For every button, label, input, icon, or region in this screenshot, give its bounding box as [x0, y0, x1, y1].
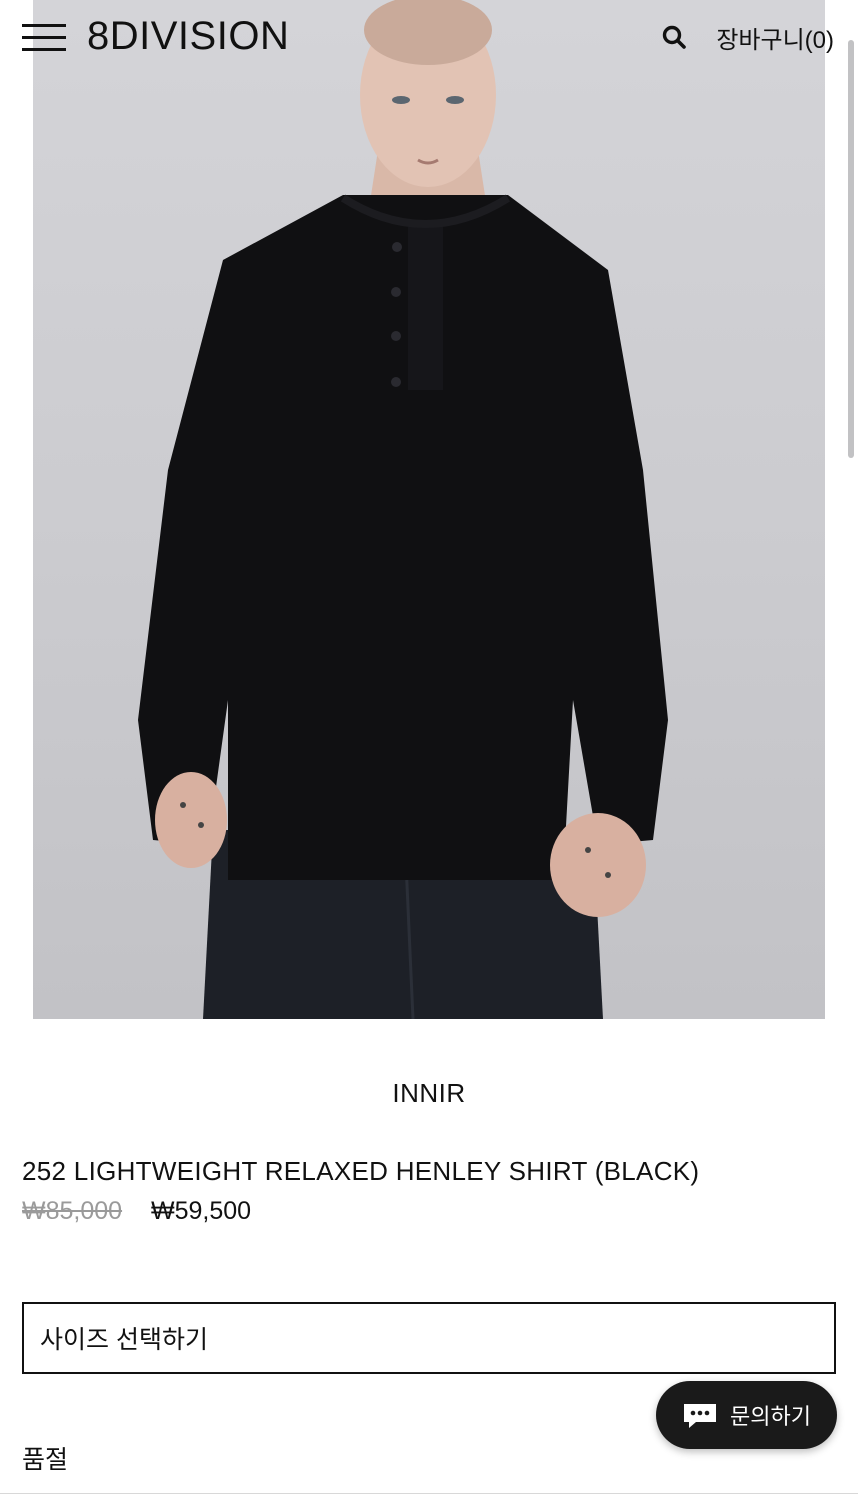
product-title: 252 LIGHTWEIGHT RELAXED HENLEY SHIRT (BL…	[22, 1156, 700, 1186]
inquiry-chat-button[interactable]: 문의하기	[656, 1381, 837, 1449]
page-scrollbar[interactable]	[848, 40, 854, 458]
divider	[0, 1493, 858, 1494]
chat-bubble-icon	[682, 1402, 718, 1428]
product-image[interactable]	[33, 0, 825, 1019]
hamburger-menu-icon[interactable]	[22, 24, 66, 52]
price-row: ₩85,000 ₩59,500	[22, 1197, 251, 1226]
menu-bar	[22, 36, 66, 39]
original-price: ₩85,000	[22, 1197, 123, 1225]
site-logo[interactable]: 8DIVISION	[87, 14, 289, 59]
product-page: 8DIVISION 장바구니(0) INNIR 252 LIGHTWEIGHT …	[0, 0, 858, 1500]
sale-price: ₩59,500	[151, 1197, 252, 1225]
soldout-label: 품절	[22, 1446, 69, 1474]
inquiry-label: 문의하기	[730, 1404, 811, 1429]
product-photo-illustration	[138, 0, 668, 1019]
cart-link[interactable]: 장바구니(0)	[716, 20, 834, 55]
size-select-dropdown[interactable]: 사이즈 선택하기	[22, 1302, 836, 1374]
search-icon[interactable]	[661, 24, 687, 50]
brand-name[interactable]: INNIR	[0, 1078, 858, 1109]
menu-bar	[22, 48, 66, 51]
menu-bar	[22, 24, 66, 27]
size-select-label: 사이즈 선택하기	[40, 1326, 208, 1354]
